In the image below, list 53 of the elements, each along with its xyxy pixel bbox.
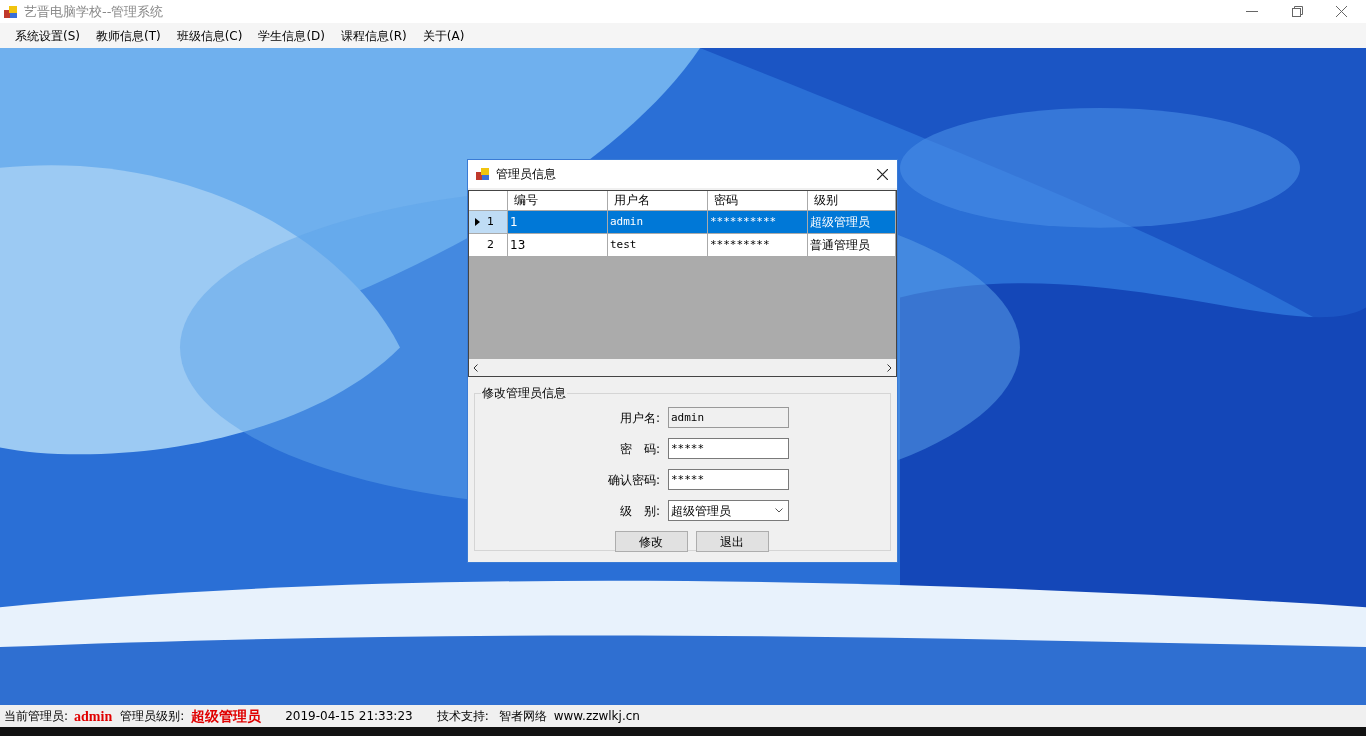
scroll-right-icon[interactable] — [887, 363, 892, 372]
dialog-button[interactable]: 退出 — [695, 531, 769, 552]
menu-item[interactable]: 教师信息(T) — [89, 24, 168, 47]
window-title: 艺晋电脑学校--管理系统 — [24, 2, 164, 21]
dropdown-value: 超级管理员 — [671, 502, 731, 520]
table-cell: 超级管理员 — [808, 211, 896, 233]
row-header[interactable]: 2 — [469, 234, 508, 256]
dialog-button[interactable]: 修改 — [614, 531, 688, 552]
status-label: 智者网络 — [498, 708, 547, 725]
app-icon — [4, 4, 18, 19]
table-cell: 普通管理员 — [808, 234, 896, 256]
column-header[interactable]: 编号 — [508, 191, 608, 210]
status-label: www.zzwlkj.cn — [553, 708, 640, 725]
close-icon[interactable] — [877, 168, 888, 180]
menu-item[interactable]: 系统设置(S) — [8, 24, 87, 47]
status-value: admin — [74, 707, 113, 726]
minimize-icon[interactable] — [1246, 10, 1258, 13]
field-label: 级 别: — [618, 502, 660, 520]
table-cell: test — [608, 234, 708, 256]
current-row-icon — [475, 218, 480, 226]
scroll-left-icon[interactable] — [473, 363, 478, 372]
field-label: 用户名: — [618, 409, 660, 427]
input-field[interactable]: ***** — [668, 438, 789, 459]
status-label: 管理员级别: — [120, 708, 185, 725]
column-header[interactable]: 密码 — [708, 191, 808, 210]
column-header[interactable]: 级别 — [808, 191, 896, 210]
row-number: 2 — [487, 236, 494, 253]
table-cell: ********** — [708, 211, 808, 233]
app-icon — [476, 167, 490, 181]
table-cell: 13 — [508, 234, 608, 256]
field-label: 密 码: — [618, 440, 660, 458]
menu-item[interactable]: 学生信息(D) — [251, 24, 333, 47]
dropdown[interactable]: 超级管理员 — [668, 500, 789, 521]
menu-item[interactable]: 课程信息(R) — [334, 24, 414, 47]
table-cell: ********* — [708, 234, 808, 256]
menu-item[interactable]: 关于(A) — [415, 24, 472, 47]
status-value: 超级管理员 — [191, 707, 262, 726]
field-label: 确认密码: — [606, 471, 660, 489]
status-label: 2019-04-15 21:33:23 — [285, 708, 413, 725]
group-title: 修改管理员信息 — [481, 384, 567, 402]
status-label: 当前管理员: — [4, 708, 69, 725]
row-number: 1 — [487, 213, 494, 230]
row-header[interactable]: 1 — [469, 211, 508, 233]
restore-icon[interactable] — [1292, 6, 1303, 17]
table-cell: admin — [608, 211, 708, 233]
dialog-title: 管理员信息 — [496, 166, 556, 183]
horizontal-scrollbar[interactable] — [469, 359, 896, 376]
menu-item[interactable]: 班级信息(C) — [169, 24, 250, 47]
column-header[interactable]: 用户名 — [608, 191, 708, 210]
table-cell: 1 — [508, 211, 608, 233]
status-label: 技术支持: — [436, 708, 489, 725]
input-field[interactable]: ***** — [668, 469, 789, 490]
chevron-down-icon[interactable] — [775, 508, 783, 513]
